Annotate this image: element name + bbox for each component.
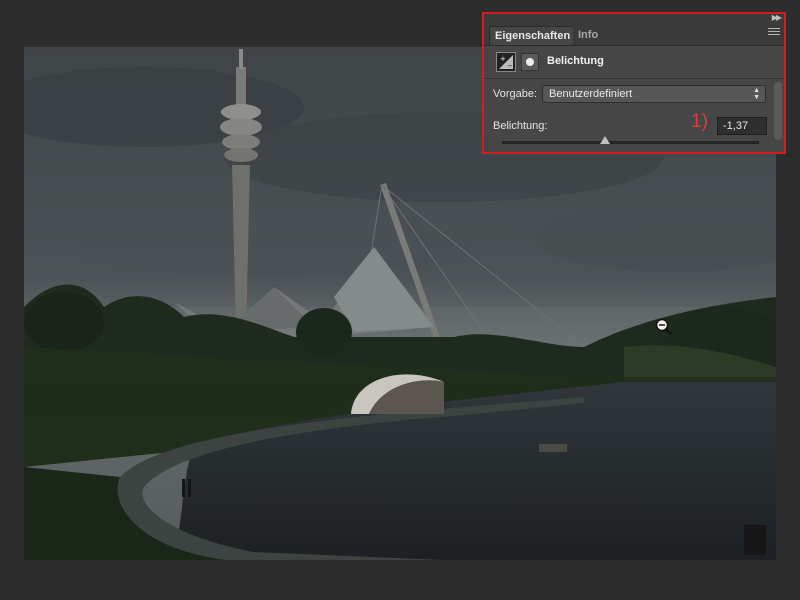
exposure-slider-track[interactable] (502, 141, 759, 144)
preset-value: Benutzerdefiniert (549, 88, 633, 100)
double-chevron-right-icon[interactable]: ▶▶ (772, 13, 782, 23)
exposure-adjustment-icon[interactable]: + − (496, 52, 516, 72)
adjustment-title: Belichtung (547, 55, 604, 67)
exposure-label: Belichtung: (493, 120, 548, 132)
tab-eigenschaften[interactable]: Eigenschaften (489, 26, 577, 45)
zoom-out-icon (655, 318, 673, 336)
chevron-up-down-icon: ▲ ▼ (753, 87, 760, 101)
panel-top-strip: ▶▶ (484, 13, 784, 24)
svg-text:+: + (500, 55, 506, 63)
tab-info[interactable]: Info (573, 26, 604, 45)
exposure-slider-thumb[interactable] (599, 136, 610, 144)
panel-scrollbar[interactable] (774, 82, 782, 140)
exposure-value-field[interactable]: -1,37 (717, 117, 767, 135)
adjustment-header: + − Belichtung (484, 46, 784, 79)
preset-dropdown[interactable]: Benutzerdefiniert ▲ ▼ (542, 85, 766, 103)
panel-menu-icon[interactable] (768, 28, 780, 38)
panel-tab-bar: Eigenschaften Info (484, 24, 784, 46)
layer-mask-icon[interactable] (521, 53, 539, 71)
step-annotation: 1) (691, 111, 708, 132)
svg-text:−: − (507, 62, 513, 70)
preset-label: Vorgabe: (493, 88, 538, 100)
panel-body: Vorgabe: Benutzerdefiniert ▲ ▼ Belichtung… (484, 80, 784, 152)
exposure-adjustment-glyph: + − (499, 55, 513, 70)
properties-panel: ▶▶ Eigenschaften Info + − Belichtung Vor… (482, 12, 786, 154)
